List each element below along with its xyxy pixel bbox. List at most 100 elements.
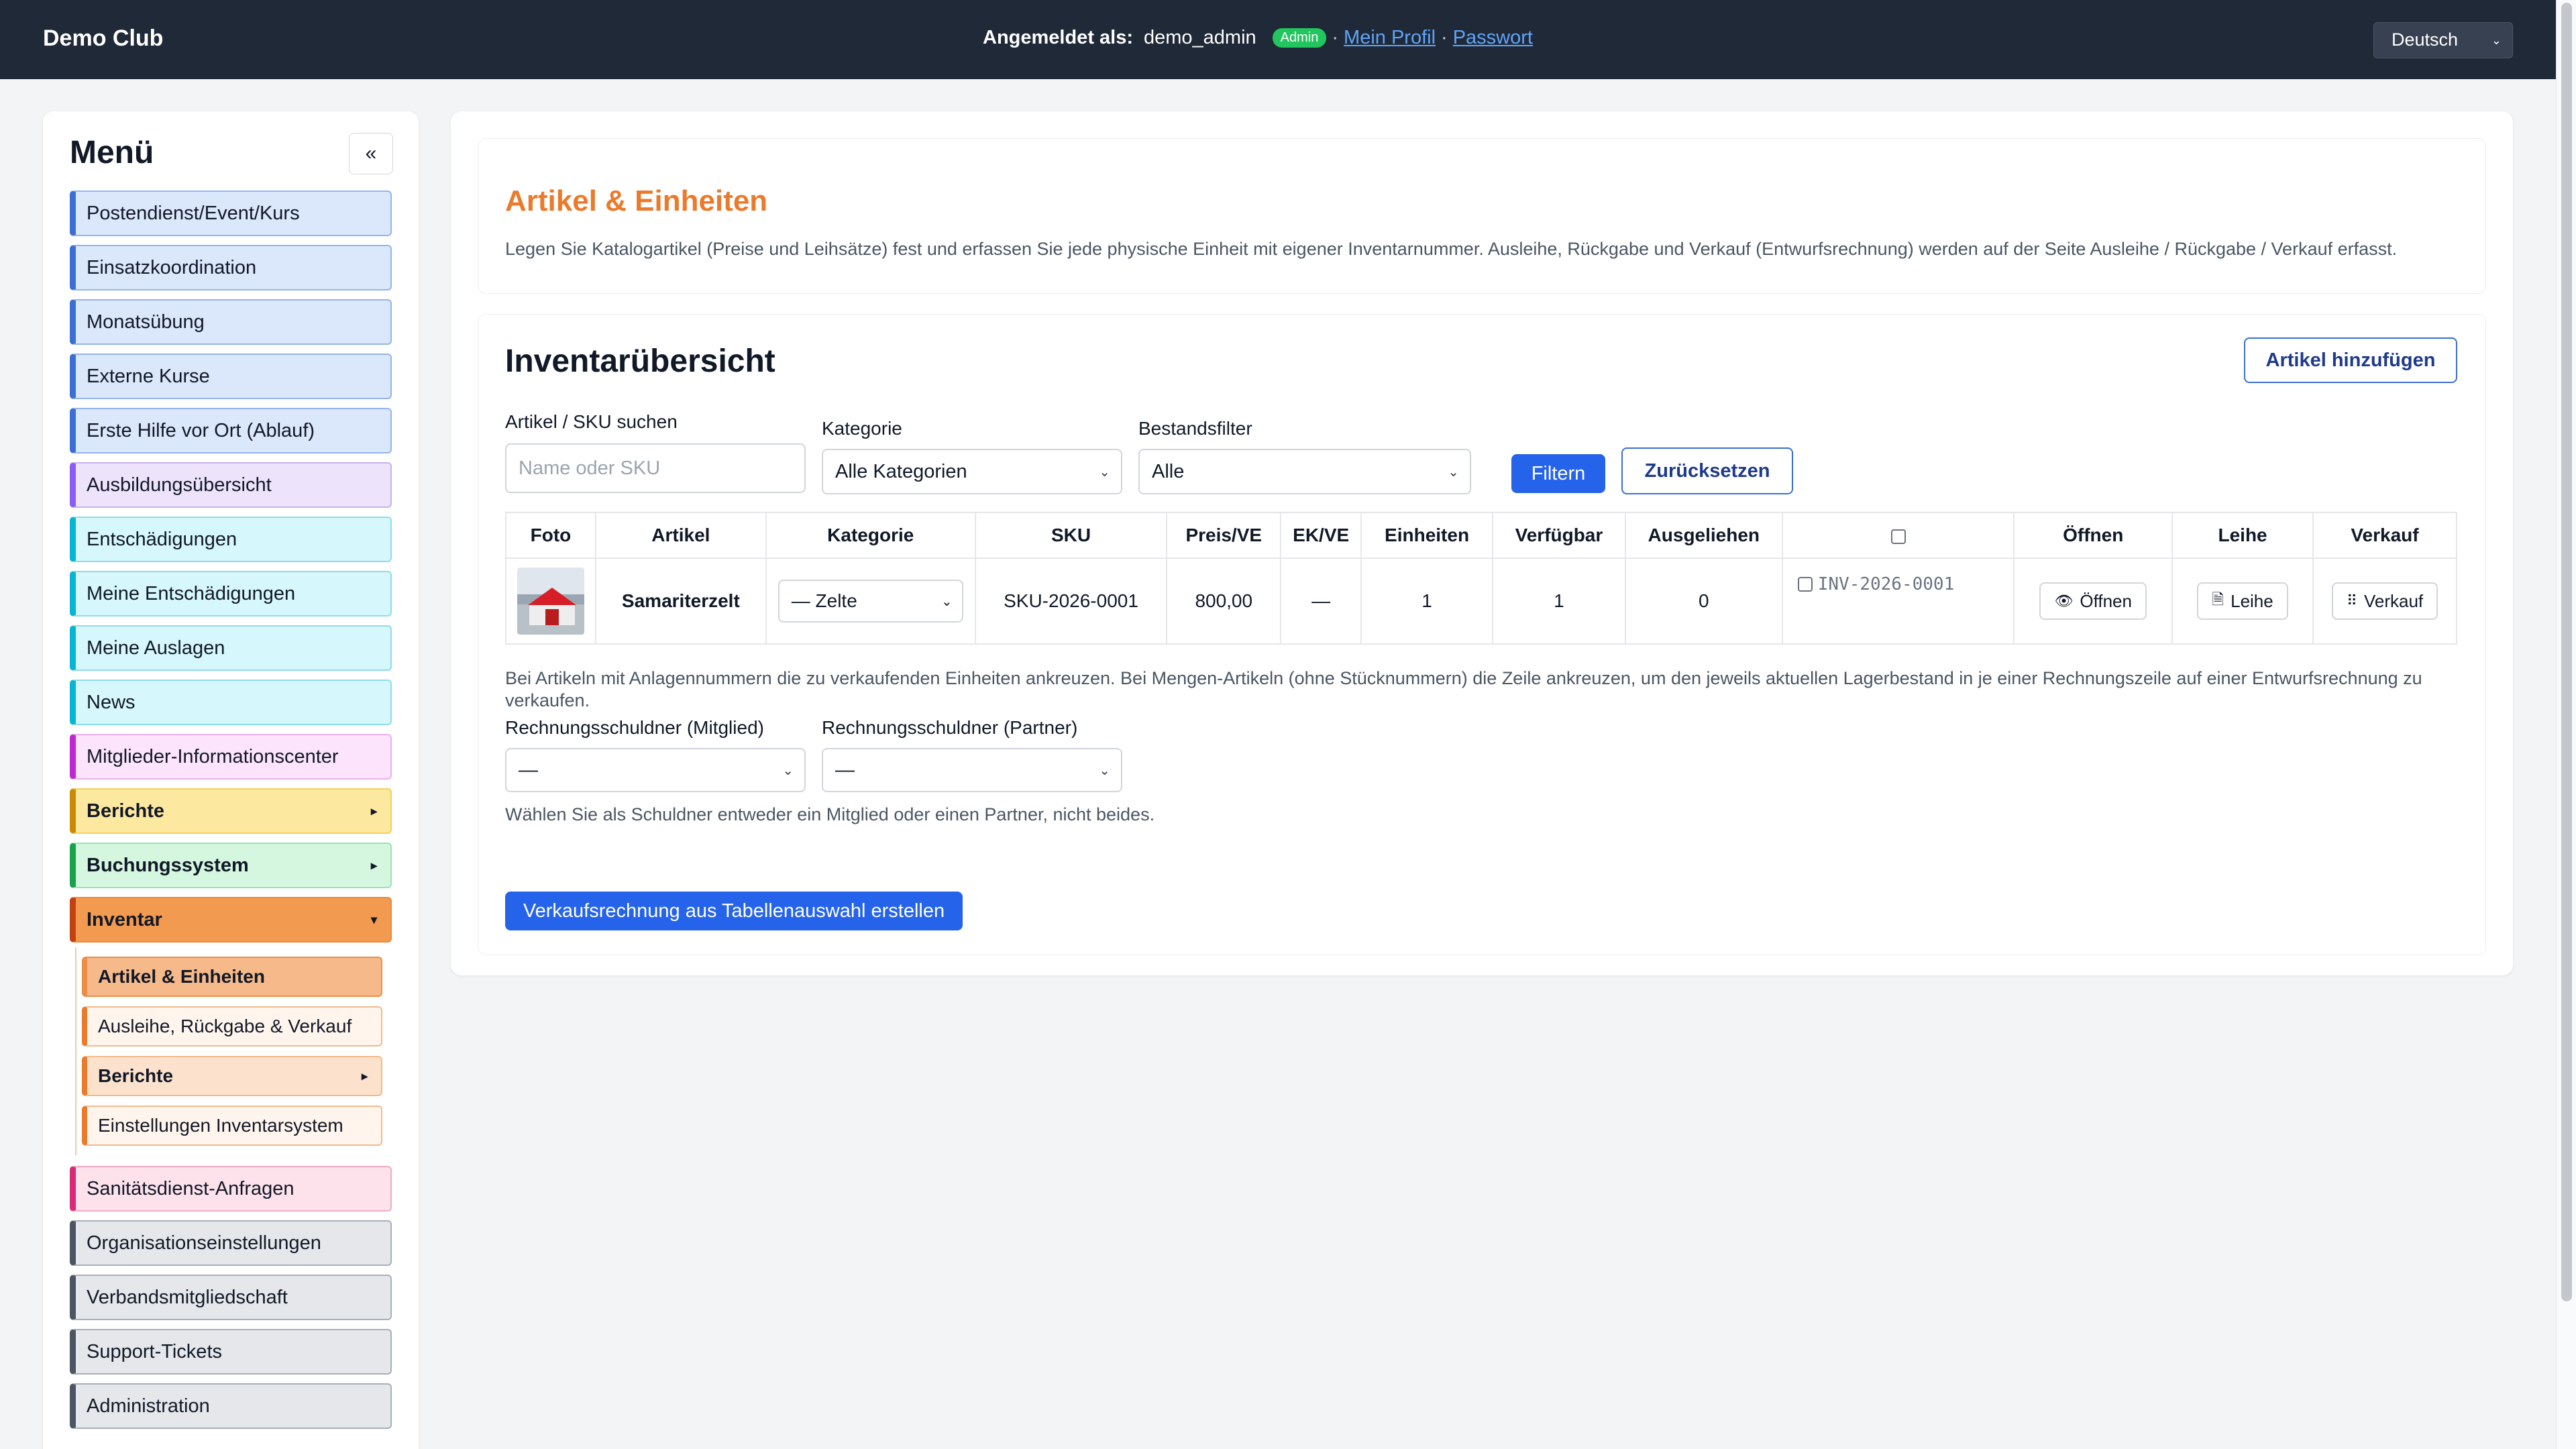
expand-arrow-icon: ▸	[370, 804, 377, 818]
header-card: Artikel & Einheiten Legen Sie Katalogart…	[478, 138, 2486, 294]
sidebar-item-administration[interactable]: Administration	[70, 1383, 392, 1429]
stock-filter-select[interactable]: Alle ⌄	[1138, 449, 1471, 494]
units-cell: 1	[1360, 557, 1493, 645]
chevron-down-icon: ⌄	[1099, 464, 1110, 480]
sidebar-subitem-artikel-einheiten[interactable]: Artikel & Einheiten	[82, 957, 382, 997]
sidebar-item-support-tickets[interactable]: Support-Tickets	[70, 1329, 392, 1375]
sidebar-item-news[interactable]: News	[70, 680, 392, 725]
sidebar-item-label: Meine Entschädigungen	[87, 582, 296, 604]
sidebar-item-label: Berichte	[87, 800, 165, 822]
inventory-card: Inventarübersicht Artikel hinzufügen Art…	[478, 314, 2486, 955]
sidebar-item-externe-kurse[interactable]: Externe Kurse	[70, 354, 392, 399]
sell-button[interactable]: ⠿ Verkauf	[2331, 582, 2438, 620]
search-input[interactable]: Name oder SKU	[505, 443, 806, 493]
separator: ·	[1332, 27, 1339, 48]
sidebar-item-monatsuebung[interactable]: Monatsübung	[70, 299, 392, 345]
debtor-partner-select[interactable]: — ⌄	[822, 748, 1122, 792]
language-select[interactable]: Deutsch ⌄	[2373, 22, 2513, 58]
sidebar-item-inventar[interactable]: Inventar ▾	[70, 897, 392, 943]
inventory-number: INV-2026-0001	[1817, 574, 1955, 594]
column-header-lent: Ausgeliehen	[1624, 512, 1783, 559]
sidebar-item-label: News	[87, 691, 136, 713]
sidebar-item-verbandsmitgliedschaft[interactable]: Verbandsmitgliedschaft	[70, 1275, 392, 1320]
eye-icon: 👁	[2054, 592, 2074, 609]
sidebar-item-label: Artikel & Einheiten	[98, 966, 265, 987]
unit-checkbox[interactable]	[1797, 576, 1813, 592]
sidebar-item-label: Buchungssystem	[87, 854, 249, 876]
lend-label: Leihe	[2231, 590, 2273, 611]
dots-icon: ⠿	[2346, 592, 2357, 609]
sidebar-item-label: Entschädigungen	[87, 528, 237, 550]
menu-title: Menü	[70, 135, 154, 170]
sidebar-item-label: Administration	[87, 1395, 210, 1417]
open-label: Öffnen	[2080, 590, 2132, 611]
collapse-sidebar-button[interactable]: «	[349, 133, 393, 174]
sidebar-item-label: Ausleihe, Rückgabe & Verkauf	[98, 1016, 352, 1036]
cost-cell: —	[1280, 557, 1362, 645]
column-header-select-all	[1781, 512, 2015, 559]
sidebar-item-erste-hilfe[interactable]: Erste Hilfe vor Ort (Ablauf)	[70, 408, 392, 453]
filter-button[interactable]: Filtern	[1511, 454, 1605, 493]
brand-name[interactable]: Demo Club	[43, 25, 163, 52]
separator: ·	[1441, 27, 1448, 48]
sidebar-item-label: Monatsübung	[87, 311, 205, 333]
column-header-article: Artikel	[594, 512, 767, 559]
sell-cell: ⠿ Verkauf	[2312, 557, 2457, 645]
category-select-value: Alle Kategorien	[835, 460, 967, 482]
scrollbar-thumb[interactable]	[2561, 3, 2572, 1301]
sell-label: Verkauf	[2363, 590, 2424, 611]
column-header-photo: Foto	[505, 512, 596, 559]
sidebar-item-mitglieder-informationscenter[interactable]: Mitglieder-Informationscenter	[70, 734, 392, 780]
main-content: Artikel & Einheiten Legen Sie Katalogart…	[451, 111, 2513, 975]
sidebar-subitem-einstellungen[interactable]: Einstellungen Inventarsystem	[82, 1106, 382, 1146]
inventory-title: Inventarübersicht	[505, 343, 775, 379]
sidebar-item-label: Einstellungen Inventarsystem	[98, 1115, 343, 1136]
article-photo[interactable]	[517, 568, 584, 635]
tent-door	[545, 609, 559, 625]
column-header-sku: SKU	[974, 512, 1168, 559]
add-article-button[interactable]: Artikel hinzufügen	[2244, 337, 2457, 383]
sidebar-subitem-ausleihe[interactable]: Ausleihe, Rückgabe & Verkauf	[82, 1006, 382, 1046]
profile-link[interactable]: Mein Profil	[1344, 27, 1436, 49]
article-name: Samariterzelt	[594, 557, 767, 645]
column-header-lend: Leihe	[2171, 512, 2314, 559]
debtor-member-label: Rechnungsschuldner (Mitglied)	[505, 717, 764, 738]
sidebar-item-label: Postendienst/Event/Kurs	[87, 202, 300, 224]
page-scrollbar[interactable]	[2556, 0, 2576, 1449]
sidebar-item-entschaedigungen[interactable]: Entschädigungen	[70, 517, 392, 562]
sidebar-item-postendienst[interactable]: Postendienst/Event/Kurs	[70, 191, 392, 236]
tent-roof	[527, 588, 576, 605]
sidebar-item-label: Einsatzkoordination	[87, 256, 257, 278]
password-link[interactable]: Passwort	[1453, 27, 1533, 49]
open-cell: 👁 Öffnen	[2013, 557, 2174, 645]
column-header-sell: Verkauf	[2312, 512, 2457, 559]
debtor-member-value: —	[519, 759, 538, 781]
sidebar-item-einsatzkoordination[interactable]: Einsatzkoordination	[70, 245, 392, 290]
select-all-checkbox[interactable]	[1890, 529, 1906, 544]
menu-list: Postendienst/Event/Kurs Einsatzkoordinat…	[70, 191, 392, 1438]
logged-in-label: Angemeldet als:	[983, 27, 1133, 48]
sidebar-item-buchungssystem[interactable]: Buchungssystem ▸	[70, 843, 392, 888]
chevron-down-icon: ⌄	[1099, 763, 1110, 778]
sidebar-item-berichte[interactable]: Berichte ▸	[70, 788, 392, 834]
page-title: Artikel & Einheiten	[505, 184, 768, 217]
document-icon: 🗎	[2212, 591, 2224, 608]
create-invoice-button[interactable]: Verkaufsrechnung aus Tabellenauswahl ers…	[505, 892, 963, 930]
sidebar-item-meine-entschaedigungen[interactable]: Meine Entschädigungen	[70, 571, 392, 616]
sidebar-item-organisationseinstellungen[interactable]: Organisationseinstellungen	[70, 1220, 392, 1266]
debtor-member-select[interactable]: — ⌄	[505, 748, 806, 792]
open-button[interactable]: 👁 Öffnen	[2039, 582, 2147, 620]
sidebar-item-sanitaetsdienst[interactable]: Sanitätsdienst-Anfragen	[70, 1166, 392, 1212]
sku-cell: SKU-2026-0001	[974, 557, 1168, 645]
sidebar-item-label: Berichte	[98, 1065, 174, 1086]
sidebar-subitem-berichte[interactable]: Berichte ▸	[82, 1056, 382, 1096]
row-category-select[interactable]: — Zelte ⌄	[777, 580, 963, 623]
sidebar-item-meine-auslagen[interactable]: Meine Auslagen	[70, 625, 392, 671]
category-select[interactable]: Alle Kategorien ⌄	[822, 449, 1122, 494]
sidebar-item-ausbildungsuebersicht[interactable]: Ausbildungsübersicht	[70, 462, 392, 508]
unit-select-cell: INV-2026-0001	[1781, 557, 2015, 645]
reset-button[interactable]: Zurücksetzen	[1621, 447, 1793, 494]
username: demo_admin	[1144, 27, 1256, 48]
column-header-available: Verfügbar	[1491, 512, 1626, 559]
lend-button[interactable]: 🗎 Leihe	[2197, 582, 2288, 620]
